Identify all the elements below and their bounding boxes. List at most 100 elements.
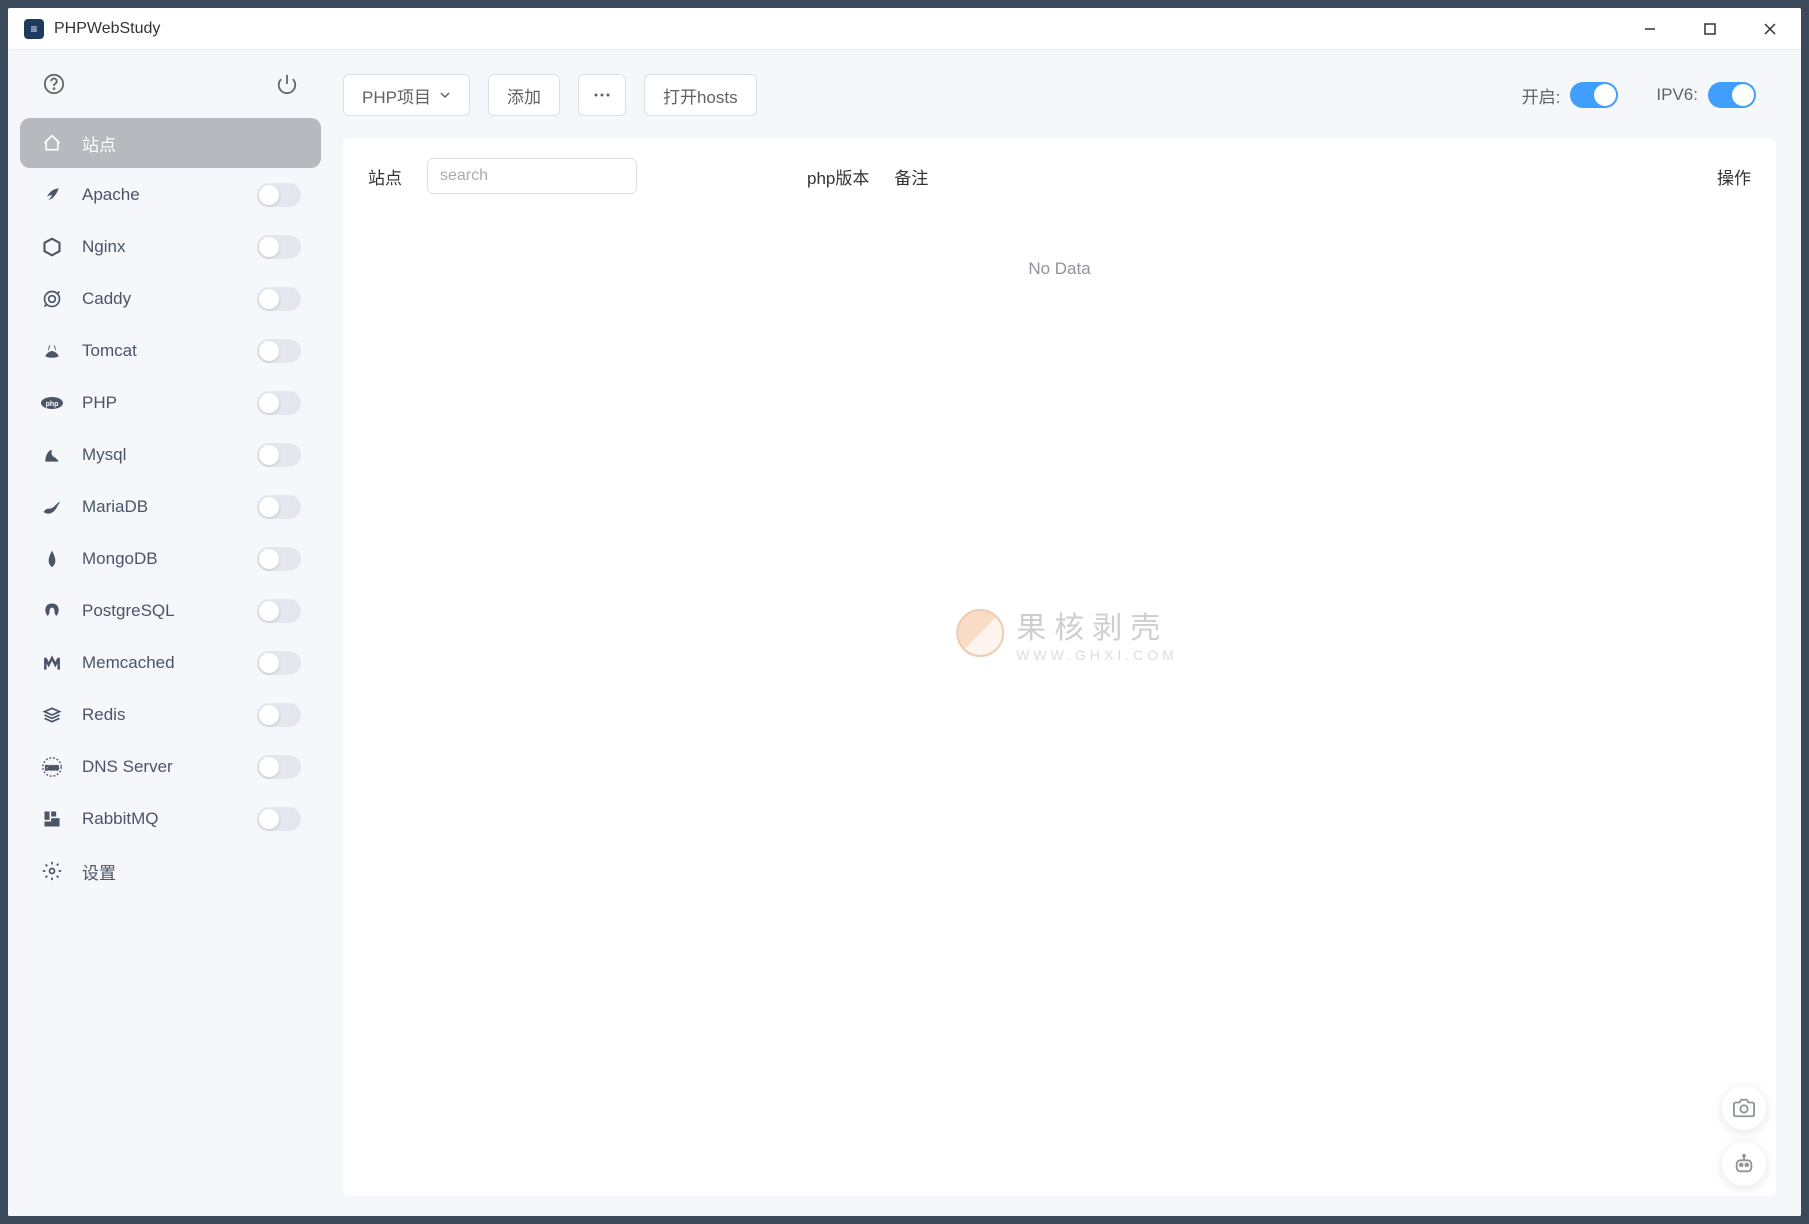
memcached-icon	[40, 651, 64, 675]
sidebar-item-mariadb[interactable]: MariaDB	[20, 482, 321, 532]
service-toggle[interactable]	[257, 183, 301, 207]
enable-label: 开启:	[1522, 83, 1561, 108]
main-content: PHP项目 添加 打开hosts 开启: IPV6:	[333, 50, 1801, 1216]
sidebar-item-设置[interactable]: 设置	[20, 846, 321, 896]
service-toggle[interactable]	[257, 287, 301, 311]
enable-switch-group: 开启:	[1522, 82, 1619, 108]
service-toggle[interactable]	[257, 807, 301, 831]
service-toggle[interactable]	[257, 235, 301, 259]
maximize-button[interactable]	[1695, 14, 1725, 44]
open-hosts-label: 打开hosts	[663, 83, 738, 108]
sidebar-item-label: 设置	[82, 859, 301, 884]
remark-column-header: 备注	[894, 164, 928, 189]
php-version-column-header: php版本	[807, 164, 869, 189]
sidebar-item-php[interactable]: php PHP	[20, 378, 321, 428]
titlebar: ≡ PHPWebStudy	[8, 8, 1801, 50]
service-toggle[interactable]	[257, 495, 301, 519]
sidebar-item-label: Memcached	[82, 653, 257, 673]
service-toggle[interactable]	[257, 599, 301, 623]
open-hosts-button[interactable]: 打开hosts	[644, 74, 757, 116]
svg-text:php: php	[46, 401, 59, 408]
sidebar-item-postgresql[interactable]: PostgreSQL	[20, 586, 321, 636]
mysql-icon	[40, 443, 64, 467]
robot-icon	[1733, 1153, 1755, 1175]
dots-icon	[593, 93, 611, 97]
rabbitmq-icon	[40, 807, 64, 831]
sidebar-item-rabbitmq[interactable]: RabbitMQ	[20, 794, 321, 844]
enable-switch[interactable]	[1570, 82, 1618, 108]
dropdown-label: PHP项目	[362, 83, 431, 108]
no-data-text: No Data	[1028, 259, 1090, 279]
chevron-down-icon	[439, 89, 451, 101]
sidebar-item-站点[interactable]: 站点	[20, 118, 321, 168]
sidebar-item-label: PHP	[82, 393, 257, 413]
add-label: 添加	[507, 83, 541, 108]
service-toggle[interactable]	[257, 391, 301, 415]
add-button[interactable]: 添加	[488, 74, 560, 116]
service-toggle[interactable]	[257, 339, 301, 363]
service-toggle[interactable]	[257, 755, 301, 779]
table-header: 站点 php版本 备注 操作	[368, 158, 1751, 194]
operations-column-header: 操作	[1717, 164, 1751, 189]
mariadb-icon	[40, 495, 64, 519]
svg-text:DNS: DNS	[45, 765, 59, 772]
postgresql-icon	[40, 599, 64, 623]
site-column-header: 站点	[368, 164, 402, 189]
power-button[interactable]	[273, 70, 301, 98]
sidebar-item-label: 站点	[82, 131, 301, 156]
sidebar-item-label: MongoDB	[82, 549, 257, 569]
service-toggle[interactable]	[257, 703, 301, 727]
sidebar-item-tomcat[interactable]: Tomcat	[20, 326, 321, 376]
screenshot-button[interactable]	[1722, 1086, 1766, 1130]
php-icon: php	[40, 391, 64, 415]
settings-icon	[40, 859, 64, 883]
float-buttons	[1722, 1086, 1766, 1186]
app-body: 站点 Apache Nginx Caddy Tomcat php PHP Mys…	[8, 50, 1801, 1216]
sidebar-top	[20, 70, 321, 118]
sidebar-item-label: Nginx	[82, 237, 257, 257]
sidebar-item-mongodb[interactable]: MongoDB	[20, 534, 321, 584]
sidebar-item-mysql[interactable]: Mysql	[20, 430, 321, 480]
sidebar-item-nginx[interactable]: Nginx	[20, 222, 321, 272]
camera-icon	[1733, 1097, 1755, 1119]
service-toggle[interactable]	[257, 547, 301, 571]
sidebar-item-label: Caddy	[82, 289, 257, 309]
empty-state: No Data	[368, 214, 1751, 1176]
sidebar-item-redis[interactable]: Redis	[20, 690, 321, 740]
sidebar-item-caddy[interactable]: Caddy	[20, 274, 321, 324]
sidebar-item-label: Redis	[82, 705, 257, 725]
search-input[interactable]	[427, 158, 637, 194]
sidebar-item-label: RabbitMQ	[82, 809, 257, 829]
window-title: PHPWebStudy	[54, 20, 1635, 38]
nginx-icon	[40, 235, 64, 259]
help-button[interactable]	[40, 70, 68, 98]
feather-icon	[40, 183, 64, 207]
sidebar-item-label: MariaDB	[82, 497, 257, 517]
sidebar: 站点 Apache Nginx Caddy Tomcat php PHP Mys…	[8, 50, 333, 1216]
mongodb-icon	[40, 547, 64, 571]
content-panel: 站点 php版本 备注 操作 No Data 果核剥壳 WWW.GHXI.COM	[343, 138, 1776, 1196]
more-button[interactable]	[578, 74, 626, 116]
sidebar-item-dns-server[interactable]: DNS DNS Server	[20, 742, 321, 792]
ipv6-switch[interactable]	[1708, 82, 1756, 108]
service-toggle[interactable]	[257, 443, 301, 467]
minimize-button[interactable]	[1635, 14, 1665, 44]
home-icon	[40, 131, 64, 155]
sidebar-item-label: Tomcat	[82, 341, 257, 361]
toolbar: PHP项目 添加 打开hosts 开启: IPV6:	[343, 70, 1776, 120]
project-type-dropdown[interactable]: PHP项目	[343, 74, 470, 116]
close-button[interactable]	[1755, 14, 1785, 44]
caddy-icon	[40, 287, 64, 311]
app-window: ≡ PHPWebStudy 站点 Apache Nginx Caddy To	[8, 8, 1801, 1216]
sidebar-item-apache[interactable]: Apache	[20, 170, 321, 220]
sidebar-item-label: DNS Server	[82, 757, 257, 777]
robot-button[interactable]	[1722, 1142, 1766, 1186]
sidebar-item-memcached[interactable]: Memcached	[20, 638, 321, 688]
window-controls	[1635, 14, 1785, 44]
tomcat-icon	[40, 339, 64, 363]
service-toggle[interactable]	[257, 651, 301, 675]
sidebar-item-label: Apache	[82, 185, 257, 205]
ipv6-label: IPV6:	[1656, 85, 1698, 105]
app-icon: ≡	[24, 19, 44, 39]
sidebar-item-label: Mysql	[82, 445, 257, 465]
